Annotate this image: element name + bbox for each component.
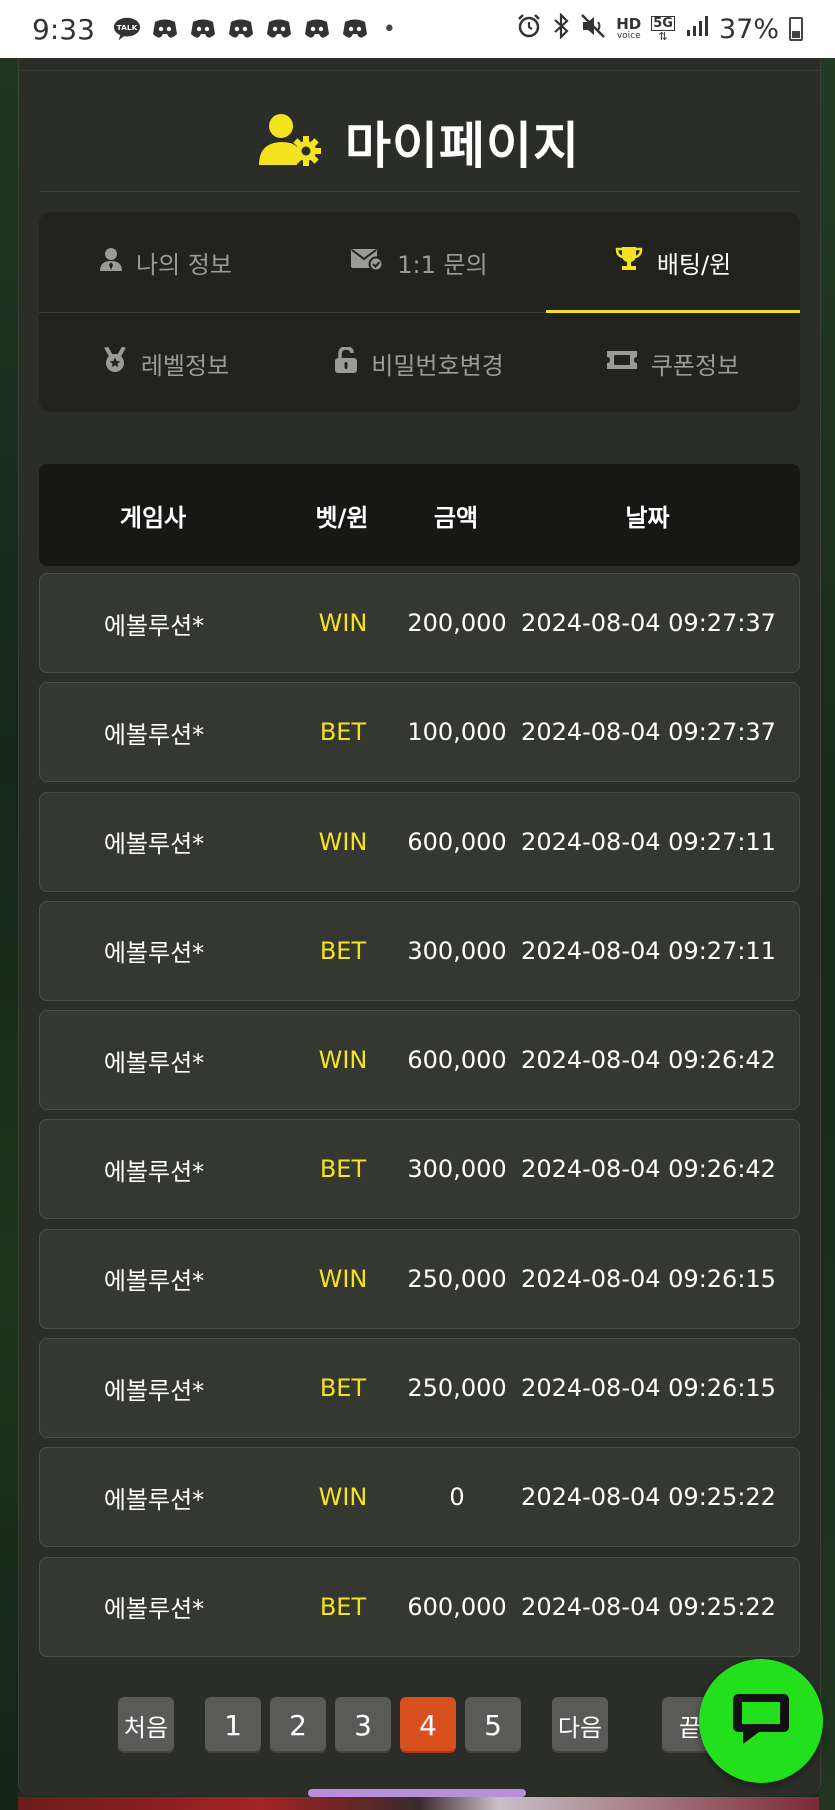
cell-date: 2024-08-04 09:27:37 (521, 718, 776, 747)
cell-provider: 에볼루션* (103, 1376, 205, 1405)
cell-date: 2024-08-04 09:27:11 (521, 827, 776, 856)
mypage-panel: 마이페이지 나의 정보 1:1 문의 배팅/윈 레벨정보 비밀번호변경 쿠폰정보… (18, 58, 821, 1796)
trophy-icon (615, 246, 643, 278)
tab-bet-win[interactable]: 배팅/윈 (546, 212, 800, 312)
next-page-button[interactable]: 다음 (552, 1697, 608, 1753)
data-arrows-icon: ⇅ (658, 30, 668, 43)
cell-date: 2024-08-04 09:26:15 (521, 1374, 776, 1403)
table-row: 에볼루션* BET 300,000 2024-08-04 09:26:42 (39, 1119, 800, 1220)
table-header: 게임사 벳/윈 금액 날짜 (39, 464, 800, 566)
discord-icon (227, 17, 255, 41)
page-header: 마이페이지 (19, 100, 820, 184)
network-label: 5G (651, 16, 675, 31)
cell-provider: 에볼루션* (103, 1048, 205, 1077)
tab-label: 쿠폰정보 (650, 351, 740, 380)
table-row: 에볼루션* BET 600,000 2024-08-04 09:25:22 (39, 1556, 800, 1657)
battery-icon (789, 17, 803, 41)
cell-provider: 에볼루션* (103, 1595, 205, 1624)
table-row: 에볼루션* WIN 600,000 2024-08-04 09:27:11 (39, 791, 800, 892)
user-icon (100, 247, 123, 277)
discord-icon (265, 17, 293, 41)
svg-text:TALK: TALK (116, 23, 137, 32)
cell-provider: 에볼루션* (103, 939, 205, 968)
page-button-5[interactable]: 5 (465, 1697, 521, 1753)
signal-icon (685, 14, 709, 45)
voice-label: voice (616, 31, 641, 41)
battery-percent: 37% (718, 13, 779, 45)
cell-date: 2024-08-04 09:27:37 (521, 609, 776, 637)
cell-provider: 에볼루션* (103, 1267, 205, 1296)
table-row: 에볼루션* WIN 200,000 2024-08-04 09:27:37 (39, 573, 800, 673)
hd-label: HD (616, 15, 642, 33)
background-left (0, 58, 18, 1810)
table-row: 에볼루션* WIN 0 2024-08-04 09:25:22 (39, 1447, 800, 1548)
cell-date: 2024-08-04 09:26:42 (521, 1155, 776, 1184)
status-bar: 9:33 TALK • HD voice 5G ⇅ 37% (0, 0, 835, 58)
column-header-date: 날짜 (625, 503, 670, 532)
ticket-icon (606, 349, 637, 377)
cell-date: 2024-08-04 09:25:22 (521, 1483, 776, 1512)
tab-coupon-info[interactable]: 쿠폰정보 (546, 313, 800, 412)
discord-icon (303, 17, 331, 41)
bet-history-list: 에볼루션* WIN 200,000 2024-08-04 09:27:37 에볼… (39, 573, 800, 1666)
page-button-1[interactable]: 1 (205, 1697, 261, 1753)
chat-bubble-icon (729, 1690, 793, 1752)
tab-label: 레벨정보 (140, 351, 230, 380)
table-row: 에볼루션* WIN 600,000 2024-08-04 09:26:42 (39, 1010, 800, 1111)
notification-dot: • (382, 16, 396, 42)
background-bottom-strip (18, 1797, 819, 1810)
home-indicator[interactable] (308, 1789, 526, 1797)
talk-icon: TALK (113, 17, 141, 41)
column-header-provider: 게임사 (119, 503, 187, 532)
discord-icon (341, 17, 369, 41)
tab-change-password[interactable]: 비밀번호변경 (293, 313, 546, 412)
user-gear-icon (259, 113, 323, 171)
tab-inquiry[interactable]: 1:1 문의 (293, 212, 546, 312)
table-row: 에볼루션* BET 300,000 2024-08-04 09:27:11 (39, 900, 800, 1001)
cell-date: 2024-08-04 09:26:42 (521, 1046, 776, 1075)
table-row: 에볼루션* BET 250,000 2024-08-04 09:26:15 (39, 1338, 800, 1439)
background-right (819, 58, 835, 1810)
tab-label: 배팅/윈 (656, 250, 732, 279)
envelope-check-icon (351, 247, 384, 277)
alarm-icon (516, 13, 542, 46)
tab-bar: 나의 정보 1:1 문의 배팅/윈 레벨정보 비밀번호변경 쿠폰정보 (39, 212, 800, 412)
title-divider (39, 191, 800, 192)
mute-icon (580, 13, 606, 46)
cell-provider: 에볼루션* (103, 1485, 205, 1514)
cell-provider: 에볼루션* (103, 611, 205, 640)
chat-button[interactable] (699, 1659, 823, 1783)
medal-icon (103, 346, 127, 379)
tab-label: 비밀번호변경 (371, 351, 504, 380)
table-row: 에볼루션* WIN 250,000 2024-08-04 09:26:15 (39, 1228, 800, 1329)
bluetooth-icon (552, 11, 570, 46)
tab-label: 1:1 문의 (397, 250, 488, 279)
cell-date: 2024-08-04 09:25:22 (521, 1592, 776, 1621)
page-button-2[interactable]: 2 (270, 1697, 326, 1753)
table-row: 에볼루션* BET 100,000 2024-08-04 09:27:37 (39, 682, 800, 783)
cell-provider: 에볼루션* (103, 830, 205, 859)
page-title: 마이페이지 (345, 117, 580, 175)
status-time: 9:33 (32, 12, 95, 46)
tab-my-info[interactable]: 나의 정보 (39, 212, 293, 312)
page-button-4-current[interactable]: 4 (400, 1697, 456, 1753)
cell-date: 2024-08-04 09:27:11 (521, 936, 776, 965)
discord-icon (151, 17, 179, 41)
cell-provider: 에볼루션* (103, 1157, 205, 1186)
unlock-icon (335, 346, 358, 379)
panel-top-line (19, 70, 820, 71)
first-page-button[interactable]: 처음 (118, 1697, 174, 1753)
cell-provider: 에볼루션* (103, 720, 205, 749)
discord-icon (189, 17, 217, 41)
page-button-3[interactable]: 3 (335, 1697, 391, 1753)
cell-date: 2024-08-04 09:26:15 (521, 1264, 776, 1293)
tab-label: 나의 정보 (136, 250, 232, 279)
tab-level-info[interactable]: 레벨정보 (39, 313, 293, 412)
